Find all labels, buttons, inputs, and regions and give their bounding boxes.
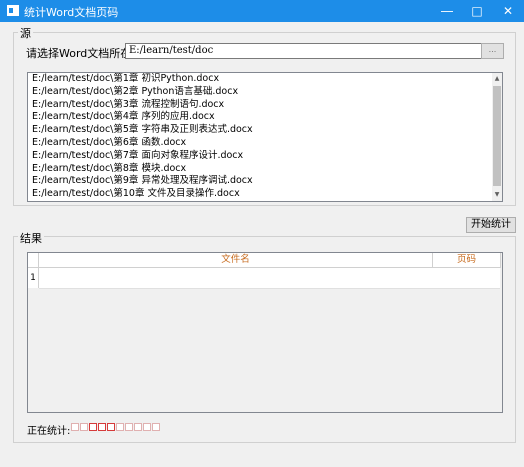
minimize-button[interactable]: ―: [432, 0, 462, 22]
start-count-button[interactable]: 开始统计: [466, 217, 516, 233]
file-list-scrollbar[interactable]: ▲ ▼: [492, 73, 502, 201]
row-header[interactable]: 1: [28, 268, 39, 288]
list-item[interactable]: E:/learn/test/doc\第10章 文件及目录操作.docx: [28, 188, 502, 201]
progress-bar: [71, 423, 160, 431]
table-cell-pages[interactable]: [433, 268, 500, 289]
maximize-button[interactable]: □: [462, 0, 492, 22]
column-header-pages[interactable]: 页码: [433, 253, 501, 268]
file-list[interactable]: E:/learn/test/doc\第1章 初识Python.docx E:/le…: [27, 72, 503, 202]
progress-block: [107, 423, 115, 431]
progress-block: [116, 423, 124, 431]
table-cell-filename[interactable]: [39, 268, 434, 289]
list-item[interactable]: E:/learn/test/doc\第9章 异常处理及程序调试.docx: [28, 175, 502, 188]
directory-input[interactable]: E:/learn/test/doc: [125, 43, 482, 59]
list-item[interactable]: E:/learn/test/doc\第5章 字符串及正则表达式.docx: [28, 124, 502, 137]
column-header-filename[interactable]: 文件名: [39, 253, 433, 268]
result-table[interactable]: 文件名 页码 1: [27, 252, 503, 413]
progress-block: [89, 423, 97, 431]
progress-block: [134, 423, 142, 431]
source-group-title: 源: [18, 25, 33, 41]
progress-block: [125, 423, 133, 431]
close-button[interactable]: ✕: [493, 0, 523, 22]
table-corner[interactable]: [28, 253, 39, 268]
list-item[interactable]: E:/learn/test/doc\第7章 面向对象程序设计.docx: [28, 150, 502, 163]
browse-button[interactable]: ...: [481, 43, 504, 59]
list-item[interactable]: E:/learn/test/doc\第6章 函数.docx: [28, 137, 502, 150]
title-bar: 统计Word文档页码 ― □ ✕: [0, 0, 524, 22]
scroll-down-icon[interactable]: ▼: [492, 190, 502, 200]
progress-block: [98, 423, 106, 431]
progress-block: [80, 423, 88, 431]
progress-block: [143, 423, 151, 431]
list-item[interactable]: E:/learn/test/doc\第8章 模块.docx: [28, 163, 502, 176]
scroll-thumb[interactable]: [493, 86, 501, 186]
progress-block: [152, 423, 160, 431]
app-icon: [7, 5, 19, 16]
result-group-title: 结果: [18, 230, 44, 246]
list-item[interactable]: E:/learn/test/doc\第4章 序列的应用.docx: [28, 111, 502, 124]
status-label: 正在统计:: [27, 426, 71, 437]
progress-block: [71, 423, 79, 431]
list-item[interactable]: E:/learn/test/doc\第3章 流程控制语句.docx: [28, 99, 502, 112]
window-title: 统计Word文档页码: [24, 6, 119, 19]
list-item[interactable]: E:/learn/test/doc\第2章 Python语言基础.docx: [28, 86, 502, 99]
list-item[interactable]: E:/learn/test/doc\第1章 初识Python.docx: [28, 73, 502, 86]
scroll-up-icon[interactable]: ▲: [492, 74, 502, 84]
